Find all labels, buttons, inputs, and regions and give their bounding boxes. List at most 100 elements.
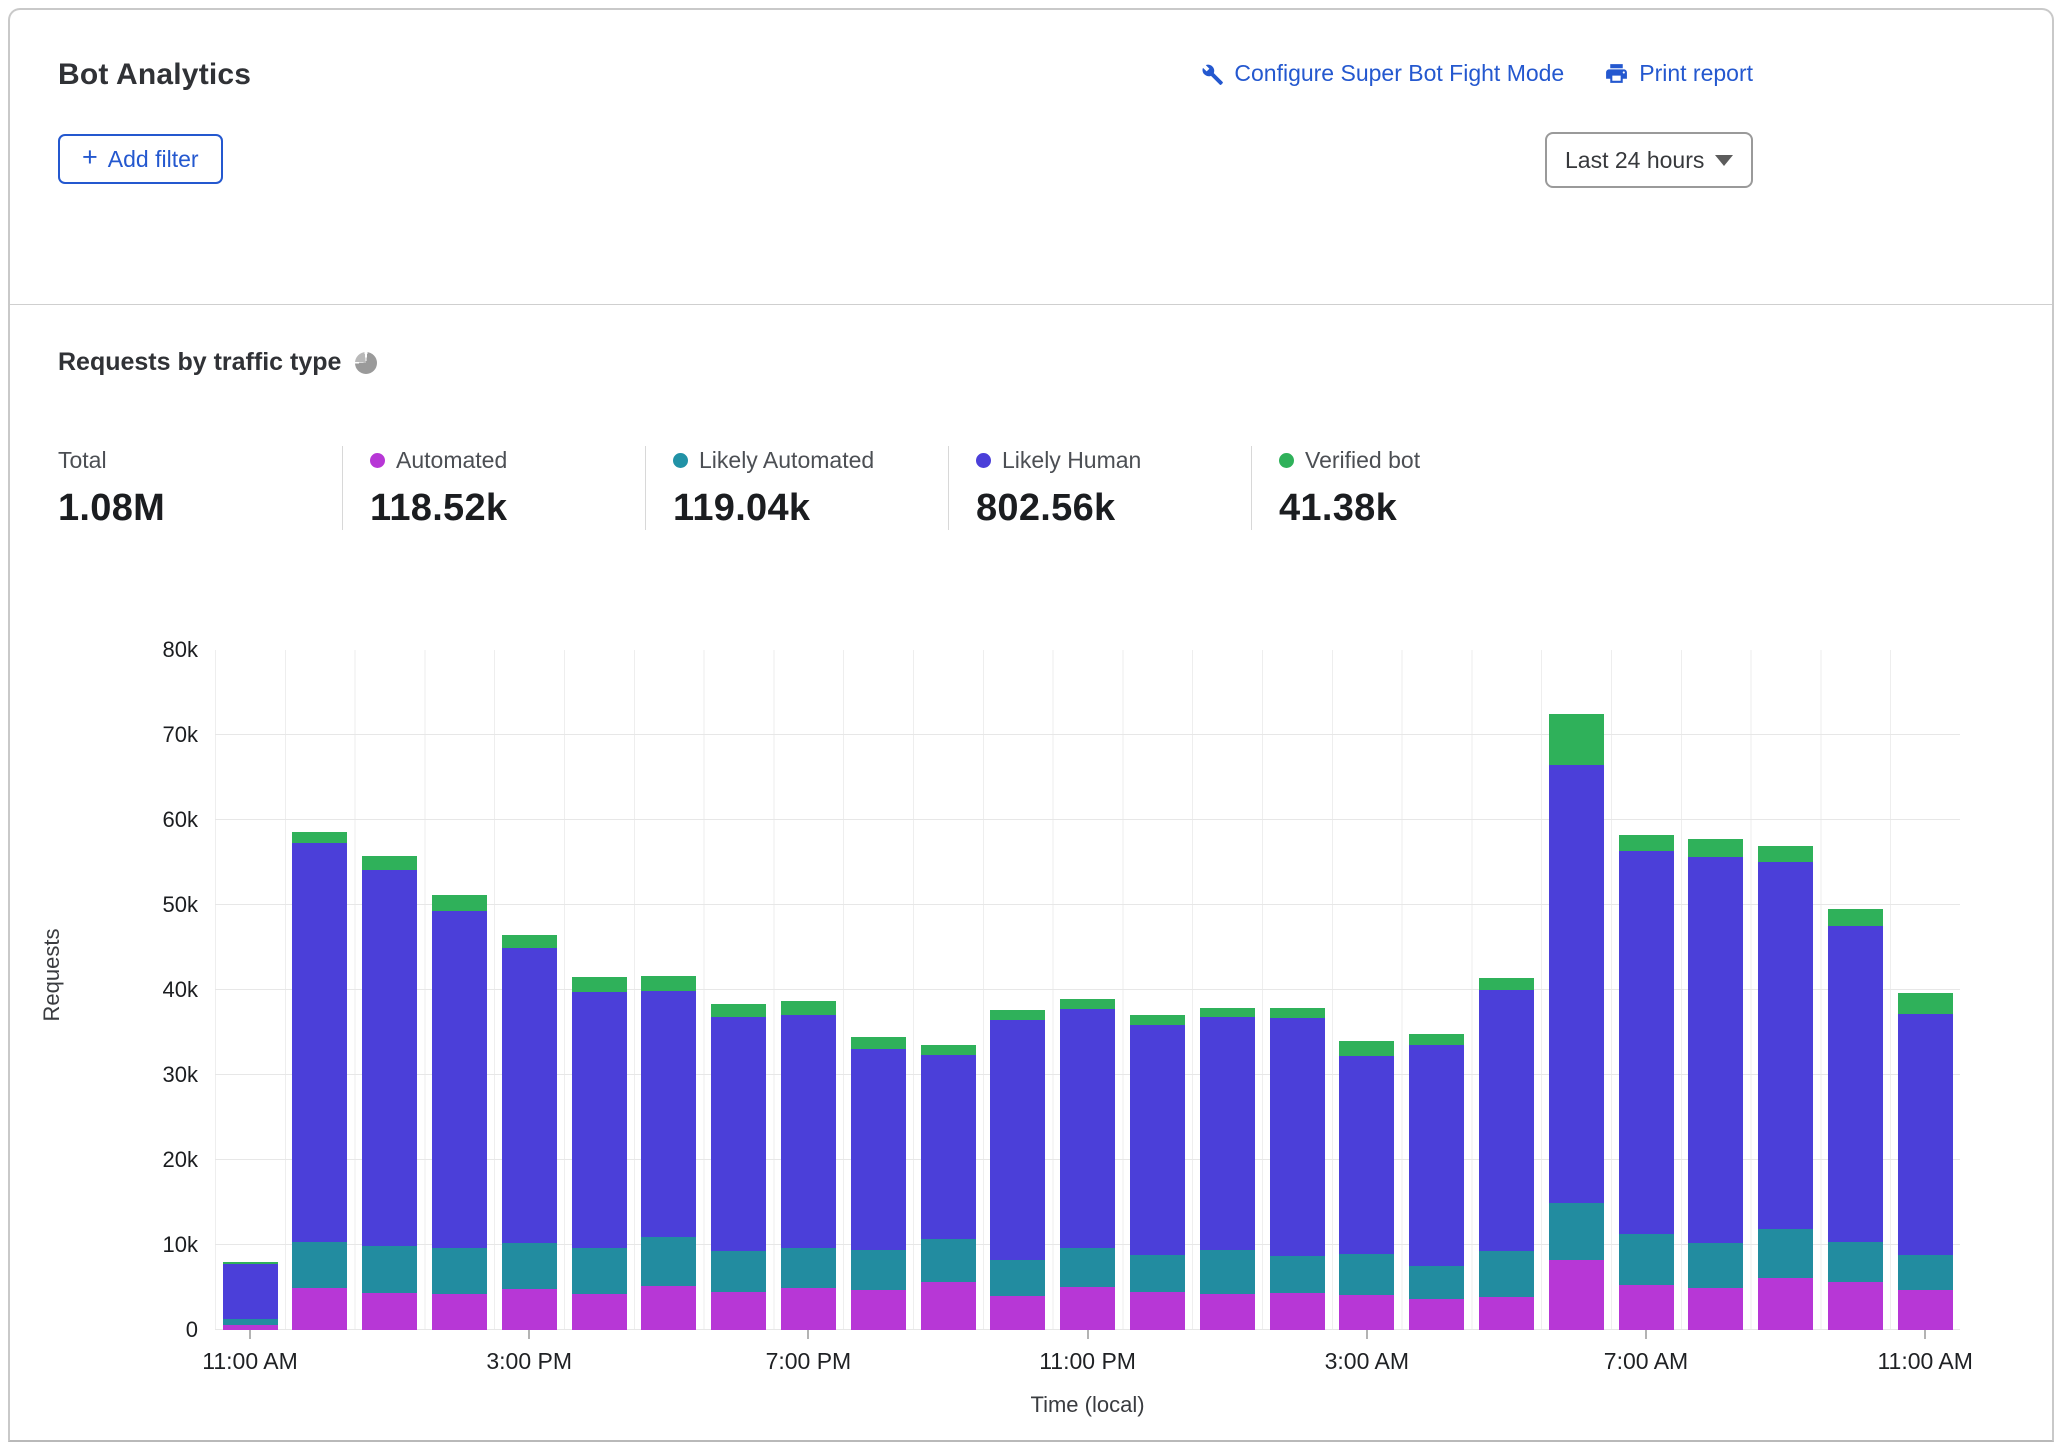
stacked-bar-9-00-am[interactable] [1758,846,1813,1331]
stacked-bar-2-00-am[interactable] [1270,1008,1325,1330]
segment-automated [641,1286,696,1330]
segment-likely-automated [1130,1255,1185,1292]
stacked-bar-3-00-am[interactable] [1339,1041,1394,1330]
add-filter-button[interactable]: + Add filter [58,134,223,184]
stacked-bar-9-00-pm[interactable] [921,1045,976,1330]
stacked-bar-8-00-am[interactable] [1688,839,1743,1330]
segment-verified-bot [781,1001,836,1015]
segment-likely-human [432,911,487,1248]
stat-label: Verified bot [1305,447,1420,474]
segment-verified-bot [362,856,417,870]
print-report-link[interactable]: Print report [1604,60,1753,87]
header-links: Configure Super Bot Fight Mode Print rep… [1198,60,1753,87]
traffic-type-stats: Total 1.08M Automated 118.52k Likely Aut… [58,446,1554,530]
segment-automated [851,1290,906,1330]
add-filter-label: Add filter [108,146,199,173]
x-tick-label: 7:00 PM [766,1348,852,1375]
stat-likely-automated[interactable]: Likely Automated 119.04k [645,446,948,530]
segment-likely-automated [292,1242,347,1289]
segment-verified-bot [1828,909,1883,926]
segment-verified-bot [502,935,557,948]
segment-verified-bot [1270,1008,1325,1018]
segment-automated [990,1296,1045,1330]
plot-area [215,650,1960,1330]
stat-verified-bot[interactable]: Verified bot 41.38k [1251,446,1554,530]
configure-super-bot-fight-mode-link[interactable]: Configure Super Bot Fight Mode [1198,60,1564,87]
stat-likely-human[interactable]: Likely Human 802.56k [948,446,1251,530]
stacked-bar-2-00-pm[interactable] [432,895,487,1330]
stacked-bar-6-00-am[interactable] [1549,714,1604,1330]
stacked-bar-10-00-pm[interactable] [990,1010,1045,1330]
segment-likely-automated [572,1248,627,1295]
segment-verified-bot [851,1037,906,1049]
segment-likely-automated [711,1251,766,1292]
pie-chart-icon[interactable] [355,352,377,374]
x-tick-mark [528,1330,530,1339]
stat-automated[interactable]: Automated 118.52k [342,446,645,530]
segment-likely-human [572,992,627,1248]
stat-label: Automated [396,447,507,474]
stacked-bar-4-00-pm[interactable] [572,977,627,1330]
segment-automated [1828,1282,1883,1330]
segment-likely-human [1758,862,1813,1229]
stat-label: Likely Automated [699,447,874,474]
segment-verified-bot [1688,839,1743,857]
x-tick-label: 11:00 AM [1877,1348,1972,1375]
segment-likely-human [292,843,347,1242]
stacked-bar-7-00-pm[interactable] [781,1001,836,1330]
segment-automated [1619,1285,1674,1330]
segment-likely-human [1200,1017,1255,1250]
y-tick-label: 50k [50,892,198,918]
segment-likely-human [1898,1014,1953,1255]
stacked-bar-11-00-am[interactable] [223,1262,278,1330]
stacked-bar-1-00-pm[interactable] [362,856,417,1330]
segment-verified-bot [1409,1034,1464,1045]
segment-verified-bot [1758,846,1813,862]
likely-human-legend-dot [976,453,991,468]
y-tick-label: 10k [50,1232,198,1258]
printer-icon [1604,61,1629,86]
segment-automated [1549,1260,1604,1330]
stacked-bar-6-00-pm[interactable] [711,1004,766,1330]
stacked-bar-1-00-am[interactable] [1200,1008,1255,1330]
stacked-bar-11-00-pm[interactable] [1060,999,1115,1330]
time-range-dropdown[interactable]: Last 24 hours [1545,132,1753,188]
x-tick-mark [249,1330,251,1339]
segment-verified-bot [990,1010,1045,1020]
segment-verified-bot [711,1004,766,1017]
stacked-bar-3-00-pm[interactable] [502,935,557,1330]
stacked-bar-5-00-am[interactable] [1479,978,1534,1330]
segment-likely-human [921,1055,976,1239]
x-tick-mark [1366,1330,1368,1339]
section-title-row: Requests by traffic type [58,348,377,377]
segment-likely-human [641,991,696,1238]
segment-likely-human [1060,1009,1115,1249]
segment-verified-bot [1898,993,1953,1013]
segment-likely-human [362,870,417,1246]
stat-value: 41.38k [1279,487,1554,530]
segment-likely-automated [1409,1266,1464,1298]
segment-likely-automated [1828,1242,1883,1283]
stat-value: 118.52k [370,487,645,530]
segment-likely-automated [432,1248,487,1295]
segment-verified-bot [1339,1041,1394,1056]
x-tick-label: 3:00 PM [486,1348,572,1375]
segment-verified-bot [1200,1008,1255,1017]
stacked-bar-8-00-pm[interactable] [851,1037,906,1330]
stacked-bar-10-00-am[interactable] [1828,909,1883,1330]
segment-likely-automated [1688,1243,1743,1288]
stacked-bar-12-00-pm[interactable] [292,832,347,1330]
segment-automated [1409,1299,1464,1330]
requests-chart: Requests 010k20k30k40k50k60k70k80k 11:00… [10,570,2054,1435]
stacked-bar-4-00-am[interactable] [1409,1034,1464,1330]
stacked-bar-11-00-am[interactable] [1898,993,1953,1330]
segment-likely-automated [1619,1234,1674,1285]
segment-likely-human [1409,1045,1464,1266]
segment-likely-automated [921,1239,976,1282]
stacked-bar-12-00-am[interactable] [1130,1015,1185,1330]
y-tick-label: 40k [50,977,198,1003]
stat-label: Total [58,447,107,474]
stacked-bar-5-00-pm[interactable] [641,976,696,1330]
segment-verified-bot [432,895,487,911]
stacked-bar-7-00-am[interactable] [1619,835,1674,1330]
